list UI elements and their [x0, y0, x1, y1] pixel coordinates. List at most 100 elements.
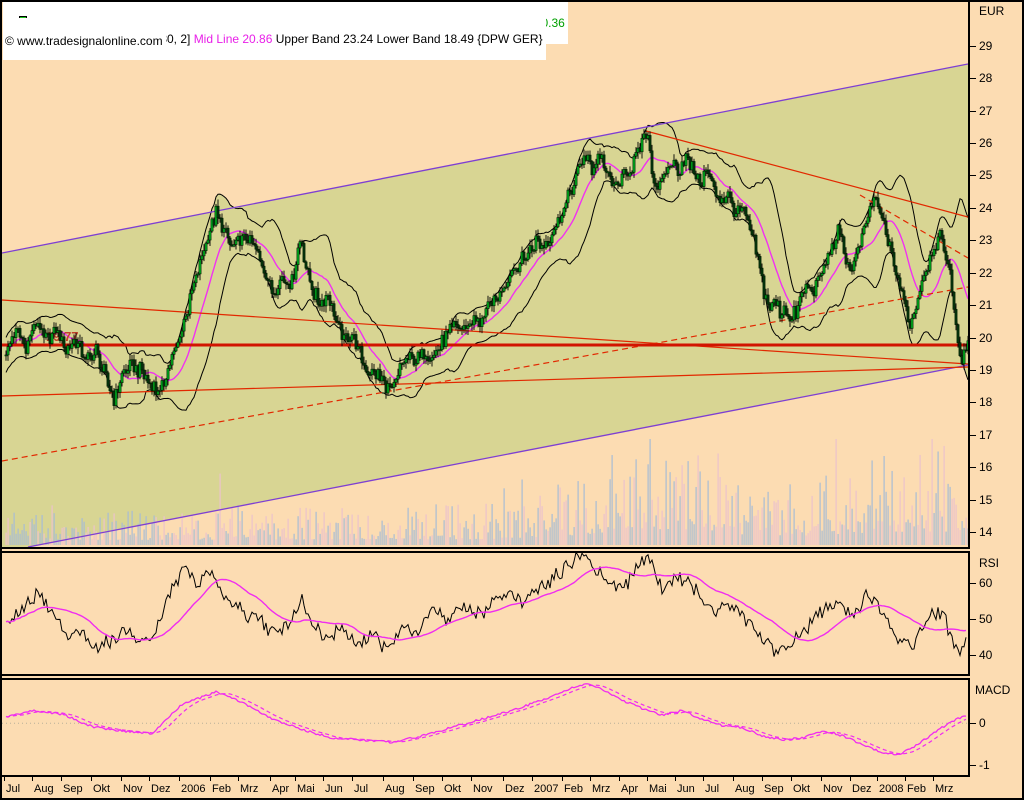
time-tick-mark: [352, 777, 353, 781]
price-tick-mark: [970, 435, 976, 436]
time-tick-label: Nov: [823, 783, 843, 795]
time-tick-label: Dez: [505, 783, 525, 795]
time-tick-mark: [762, 777, 763, 781]
time-tick-mark: [532, 777, 533, 781]
time-tick-mark: [905, 777, 906, 781]
time-tick-mark: [238, 777, 239, 781]
time-tick-label: Mai: [649, 783, 667, 795]
time-tick-mark: [675, 777, 676, 781]
time-tick-label: Apr: [272, 783, 289, 795]
rsi-tick-label: 50: [979, 612, 992, 626]
time-tick-label: Mai: [297, 783, 315, 795]
macd-tick-mark: [970, 765, 976, 766]
time-tick-label: Okt: [93, 783, 110, 795]
price-tick-label: 27: [979, 104, 992, 118]
time-tick-mark: [821, 777, 822, 781]
price-tick-mark: [970, 370, 976, 371]
price-tick-label: 20: [979, 331, 992, 345]
time-tick-label: Jun: [677, 783, 695, 795]
time-tick-label: Okt: [444, 783, 461, 795]
time-tick-label: Feb: [564, 783, 583, 795]
price-tick-label: 19: [979, 363, 992, 377]
time-tick-label: Jul: [354, 783, 368, 795]
price-tick-label: 26: [979, 136, 992, 150]
band-values: Upper Band 23.24 Lower Band 18.49 {DPW G…: [272, 32, 542, 46]
time-tick-label: Dez: [151, 783, 171, 795]
rsi-tick-mark: [970, 583, 976, 584]
time-tick-mark: [210, 777, 211, 781]
chart-application: 19.77 DEUTSCHE POST AG NA O.N. [DPW GER …: [0, 0, 1024, 800]
time-tick-mark: [323, 777, 324, 781]
time-tick-mark: [733, 777, 734, 781]
time-tick-mark: [647, 777, 648, 781]
rsi-chart-panel[interactable]: [0, 551, 970, 676]
time-tick-mark: [877, 777, 878, 781]
time-tick-label: Dez: [852, 783, 872, 795]
price-tick-label: 15: [979, 493, 992, 507]
time-tick-label: Mrz: [935, 783, 953, 795]
time-tick-mark: [383, 777, 384, 781]
time-tick-mark: [91, 777, 92, 781]
price-axis-unit: EUR: [979, 4, 1004, 18]
time-tick-mark: [562, 777, 563, 781]
macd-tick-mark: [970, 723, 976, 724]
time-tick-mark: [619, 777, 620, 781]
price-tick-label: 21: [979, 298, 992, 312]
price-tick-mark: [970, 338, 976, 339]
macd-tick-label: -1: [979, 758, 990, 772]
price-tick-mark: [970, 46, 976, 47]
price-tick-label: 16: [979, 460, 992, 474]
time-tick-label: Mrz: [240, 783, 258, 795]
time-tick-label: 2008: [879, 783, 903, 795]
rsi-tick-mark: [970, 619, 976, 620]
rsi-chart[interactable]: [2, 553, 968, 674]
price-tick-label: 23: [979, 233, 992, 247]
time-tick-mark: [703, 777, 704, 781]
rsi-tick-label: 60: [979, 576, 992, 590]
price-tick-mark: [970, 532, 976, 533]
price-chart[interactable]: 19.77: [2, 2, 968, 547]
price-tick-label: 22: [979, 266, 992, 280]
price-tick-mark: [970, 402, 976, 403]
price-tick-mark: [970, 111, 976, 112]
time-tick-mark: [413, 777, 414, 781]
macd-chart[interactable]: [2, 680, 968, 775]
time-tick-label: Mrz: [592, 783, 610, 795]
rsi-axis-label: RSI: [979, 556, 999, 570]
price-tick-label: 18: [979, 395, 992, 409]
rsi-tick-mark: [970, 655, 976, 656]
time-tick-mark: [270, 777, 271, 781]
price-tick-mark: [970, 467, 976, 468]
price-tick-label: 25: [979, 168, 992, 182]
time-tick-mark: [590, 777, 591, 781]
macd-chart-panel[interactable]: [0, 678, 970, 777]
price-chart-panel[interactable]: 19.77: [0, 0, 970, 549]
time-tick-label: Nov: [123, 783, 143, 795]
time-tick-label: Feb: [212, 783, 231, 795]
time-tick-label: Sep: [764, 783, 784, 795]
time-tick-label: Nov: [473, 783, 493, 795]
macd-tick-label: 0: [979, 716, 986, 730]
price-tick-label: 14: [979, 525, 992, 539]
price-tick-mark: [970, 175, 976, 176]
time-tick-mark: [295, 777, 296, 781]
time-tick-mark: [503, 777, 504, 781]
time-tick-mark: [121, 777, 122, 781]
macd-axis-label: MACD: [975, 683, 1010, 697]
time-tick-mark: [791, 777, 792, 781]
time-tick-label: Jul: [6, 783, 20, 795]
price-tick-label: 28: [979, 71, 992, 85]
time-tick-mark: [32, 777, 33, 781]
price-tick-mark: [970, 500, 976, 501]
time-tick-mark: [933, 777, 934, 781]
time-tick-mark: [4, 777, 5, 781]
time-tick-label: Jun: [325, 783, 343, 795]
time-tick-mark: [61, 777, 62, 781]
price-tick-mark: [970, 143, 976, 144]
price-tick-mark: [970, 305, 976, 306]
rsi-tick-label: 40: [979, 648, 992, 662]
time-tick-label: Apr: [621, 783, 638, 795]
time-tick-label: Sep: [63, 783, 83, 795]
time-tick-label: 2007: [534, 783, 558, 795]
time-tick-mark: [850, 777, 851, 781]
